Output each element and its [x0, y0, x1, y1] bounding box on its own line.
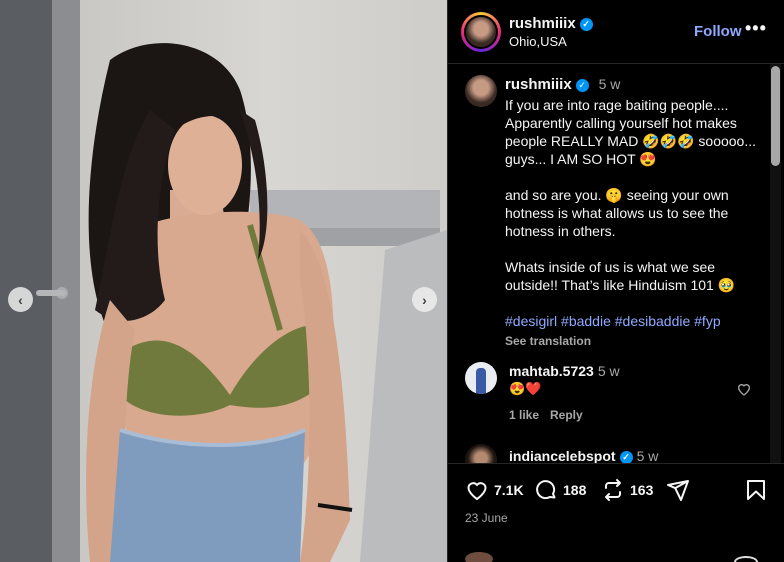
comment-time: 5 w [597, 363, 620, 379]
comment-username[interactable]: indiancelebspot [509, 448, 616, 463]
caption-text-3: Whats inside of us is what we see outsid… [505, 259, 736, 293]
more-options-icon[interactable]: ••• [745, 18, 767, 39]
comment-count: 188 [563, 482, 587, 498]
caption-hashtags[interactable]: #desigirl #baddie #desibaddie #fyp [505, 312, 760, 330]
post-header: rushmiiix ✓ Ohio,USA Follow ••• [448, 0, 784, 64]
comment-username[interactable]: mahtab.5723 [509, 363, 594, 379]
caption-avatar[interactable] [465, 75, 497, 107]
author-username[interactable]: rushmiiix [509, 15, 576, 32]
verified-badge-icon: ✓ [575, 79, 589, 92]
comment-avatar[interactable] [465, 362, 497, 394]
comment-text: 😍❤️ [509, 381, 542, 396]
comment-reply-button[interactable]: Reply [550, 408, 583, 422]
photo-illustration [0, 0, 447, 562]
next-avatar-peek [465, 552, 493, 562]
like-action[interactable]: 7.1K [465, 478, 524, 502]
heart-icon[interactable] [465, 478, 489, 502]
post-photo[interactable]: ‹ › [0, 0, 447, 562]
follow-button[interactable]: Follow [694, 23, 742, 40]
share-icon[interactable] [666, 478, 690, 502]
comment-header: mahtab.5723 5 w [509, 363, 620, 379]
save-action[interactable] [744, 478, 773, 502]
bookmark-icon[interactable] [744, 478, 768, 502]
caption-username[interactable]: rushmiiix [505, 76, 572, 93]
comment-time: 5 w [636, 448, 659, 463]
comments-scroll-area: rushmiiix ✓ 5 w If you are into rage bait… [448, 64, 784, 463]
caption-text-1: If you are into rage baiting people.... … [505, 97, 757, 167]
caption-text-2: and so are you. 🤫 seeing your own hotnes… [505, 187, 729, 239]
comment-icon[interactable] [534, 478, 558, 502]
comment-likes[interactable]: 1 like [509, 408, 539, 422]
caption: rushmiiix ✓ 5 w If you are into rage bait… [505, 75, 760, 350]
see-translation-link[interactable]: See translation [505, 332, 760, 350]
post-location[interactable]: Ohio,USA [509, 34, 567, 49]
like-count: 7.1K [494, 482, 524, 498]
carousel-next-button[interactable]: › [412, 287, 437, 312]
caption-time: 5 w [598, 76, 621, 92]
comment-like-heart-icon[interactable] [736, 381, 752, 397]
verified-badge-icon: ✓ [579, 18, 593, 31]
post-date: 23 June [465, 511, 508, 525]
comment-avatar[interactable] [465, 444, 497, 463]
share-action[interactable] [666, 478, 695, 502]
emoji-icon[interactable] [734, 556, 758, 562]
repost-icon[interactable] [601, 478, 625, 502]
repost-action[interactable]: 163 [601, 478, 653, 502]
repost-count: 163 [630, 482, 654, 498]
post-side-panel: rushmiiix ✓ Ohio,USA Follow ••• rushmiiix… [447, 0, 784, 562]
comment-action[interactable]: 188 [534, 478, 586, 502]
author-avatar[interactable] [461, 12, 501, 52]
verified-badge-icon: ✓ [619, 451, 633, 463]
author-username-row[interactable]: rushmiiix ✓ [509, 15, 593, 32]
carousel-prev-button[interactable]: ‹ [8, 287, 33, 312]
comment-header: indiancelebspot ✓ 5 w [509, 448, 658, 463]
action-bar: 7.1K 188 163 23 June [448, 463, 784, 562]
